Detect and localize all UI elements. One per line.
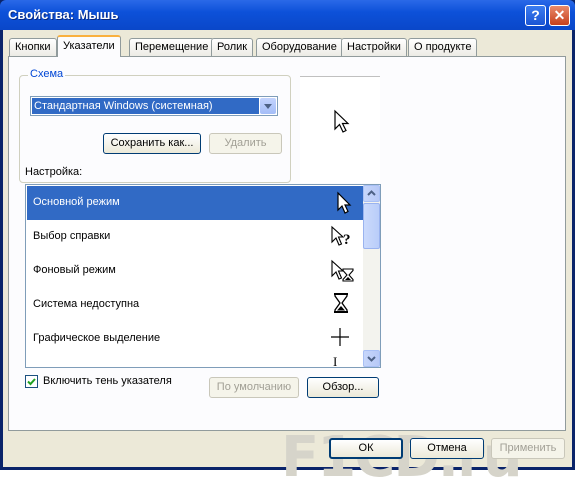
scroll-down-button[interactable]	[363, 350, 380, 367]
list-item[interactable]: Выбор справки ?	[27, 220, 363, 254]
list-item-label: Выбор справки	[33, 230, 111, 242]
working-in-background-cursor-icon	[331, 259, 354, 282]
arrow-cursor-icon	[337, 191, 352, 214]
list-item-label: Система недоступна	[33, 298, 140, 310]
scroll-up-button[interactable]	[363, 185, 380, 202]
tab-hardware[interactable]: Оборудование	[256, 38, 343, 56]
list-item[interactable]: Фоновый режим	[27, 254, 363, 288]
scheme-select[interactable]: Стандартная Windows (системная)	[30, 96, 278, 116]
tab-wheel[interactable]: Ролик	[211, 38, 254, 56]
list-item-label: Основной режим	[33, 196, 120, 208]
help-select-cursor-icon: ?	[331, 225, 351, 248]
cursor-list[interactable]: Основной режим Выбор справки ? Фоновый р…	[25, 184, 381, 368]
title-bar[interactable]: Свойства: Мышь ? ✕	[0, 0, 575, 30]
chevron-up-icon	[367, 190, 376, 196]
tab-pointers[interactable]: Указатели	[57, 35, 121, 57]
ok-button[interactable]: ОК	[329, 438, 403, 459]
tab-buttons[interactable]: Кнопки	[9, 38, 57, 56]
pointer-shadow-checkbox[interactable]	[25, 375, 38, 388]
checkmark-icon	[27, 378, 36, 386]
close-button[interactable]: ✕	[549, 5, 570, 26]
cursor-list-scrollbar[interactable]	[363, 185, 380, 367]
list-item-label: Графическое выделение	[33, 332, 161, 344]
list-item[interactable]: Основной режим	[27, 186, 363, 220]
arrow-cursor-icon	[334, 109, 350, 133]
svg-text:?: ?	[343, 232, 351, 248]
pointer-shadow-label: Включить тень указателя	[43, 375, 172, 387]
crosshair-cursor-icon	[331, 328, 349, 346]
chevron-down-icon	[367, 356, 376, 362]
list-item-label: Фоновый режим	[33, 264, 116, 276]
use-default-button[interactable]: По умолчанию	[209, 377, 299, 398]
tab-about[interactable]: О продукте	[408, 38, 478, 56]
browse-button[interactable]: Обзор...	[307, 377, 379, 398]
scheme-legend: Схема	[28, 68, 66, 80]
save-as-button[interactable]: Сохранить как...	[103, 133, 201, 154]
dialog-body: Кнопки Указатели Перемещение Ролик Обору…	[3, 30, 572, 490]
tab-motion[interactable]: Перемещение	[129, 38, 215, 56]
cursor-preview	[300, 76, 380, 183]
customize-label: Настройка:	[25, 166, 83, 178]
tab-settings[interactable]: Настройки	[341, 38, 407, 56]
delete-button[interactable]: Удалить	[209, 133, 282, 154]
scrollbar-thumb[interactable]	[363, 203, 380, 249]
chevron-down-icon[interactable]	[260, 98, 276, 114]
text-select-cursor-icon: I	[333, 354, 338, 368]
scheme-selected-value: Стандартная Windows (системная)	[32, 98, 259, 114]
help-button[interactable]: ?	[525, 5, 546, 26]
mouse-properties-window: Свойства: Мышь ? ✕ Кнопки Указатели Пере…	[0, 0, 575, 490]
apply-button[interactable]: Применить	[491, 438, 565, 459]
list-item[interactable]: Система недоступна	[27, 288, 363, 322]
list-item[interactable]: Графическое выделение	[27, 322, 363, 356]
window-title: Свойства: Мышь	[8, 7, 119, 22]
busy-hourglass-cursor-icon	[334, 293, 348, 313]
cancel-button[interactable]: Отмена	[410, 438, 484, 459]
